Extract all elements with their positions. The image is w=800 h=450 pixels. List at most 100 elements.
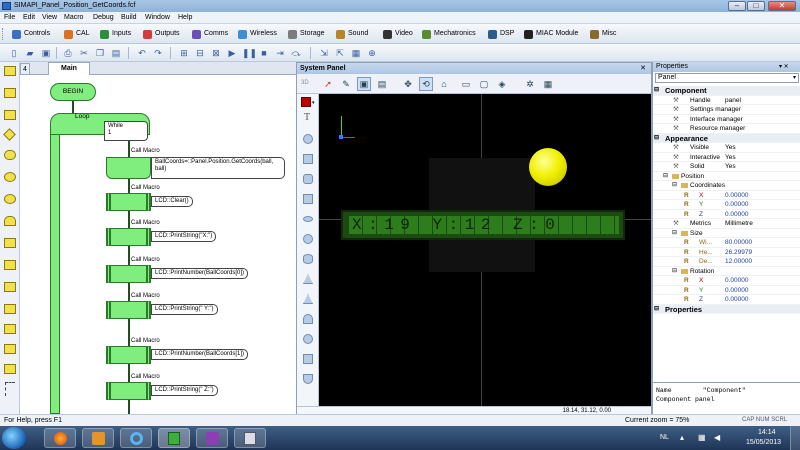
menu-help[interactable]: Help bbox=[178, 13, 192, 23]
zoom-icon[interactable]: ⊕ bbox=[366, 47, 378, 59]
torus-shape-icon[interactable] bbox=[303, 334, 313, 344]
toolbar-sound[interactable]: Sound bbox=[336, 27, 368, 41]
property-value[interactable]: 12.00000 bbox=[725, 257, 752, 266]
property-value[interactable]: Yes bbox=[725, 143, 736, 152]
new-file-icon[interactable]: ▯ bbox=[8, 47, 20, 59]
property-value[interactable]: Millimetre bbox=[725, 219, 753, 228]
toolbar-cal[interactable]: CAL bbox=[64, 27, 90, 41]
flowcode-taskbar-icon[interactable] bbox=[158, 428, 190, 448]
color-dropdown-icon[interactable]: ▾ bbox=[312, 100, 315, 106]
system-panel-taskbar-icon[interactable] bbox=[196, 428, 228, 448]
internet-explorer-icon[interactable] bbox=[120, 428, 152, 448]
loop-icon[interactable] bbox=[4, 216, 16, 226]
sphere-shape-icon[interactable] bbox=[303, 134, 313, 144]
step-over-icon[interactable]: ⤼ bbox=[290, 47, 302, 59]
call-macro-block[interactable] bbox=[106, 157, 151, 179]
delay-icon[interactable] bbox=[4, 110, 16, 120]
toolbar-video[interactable]: Video bbox=[383, 27, 413, 41]
pencil-tool-icon[interactable]: ✎ bbox=[339, 77, 353, 91]
zoom-fit-icon[interactable]: ▤ bbox=[375, 77, 389, 91]
export-icon[interactable]: ⇱ bbox=[334, 47, 346, 59]
collapse-icon[interactable]: ⊟ bbox=[654, 134, 659, 143]
property-row[interactable]: R Z 0.00000 bbox=[653, 210, 800, 219]
toolbar-storage[interactable]: Storage bbox=[288, 27, 325, 41]
grid-tool-icon[interactable]: ▦ bbox=[541, 77, 555, 91]
menu-edit[interactable]: Edit bbox=[23, 13, 35, 23]
shield-shape-icon[interactable] bbox=[303, 374, 313, 384]
property-row[interactable]: ⚒ Settings manager bbox=[653, 105, 800, 115]
property-row[interactable]: ⊟ Rotation bbox=[653, 267, 800, 276]
top-view-icon[interactable]: ▢ bbox=[477, 77, 491, 91]
outlook-icon[interactable] bbox=[82, 428, 114, 448]
input-icon[interactable] bbox=[4, 66, 16, 76]
property-value[interactable]: 26.29979 bbox=[725, 248, 752, 257]
property-row[interactable]: ⚒ Metrics Millimetre bbox=[653, 219, 800, 229]
call-macro-block[interactable] bbox=[106, 346, 151, 364]
begin-terminator[interactable]: BEGIN bbox=[50, 83, 96, 101]
collapse-icon[interactable]: ⊟ bbox=[663, 172, 668, 181]
firefox-icon[interactable] bbox=[44, 428, 76, 448]
chip-icon[interactable]: ▦ bbox=[350, 47, 362, 59]
call-macro-block[interactable] bbox=[106, 193, 151, 211]
properties-pin-icon[interactable]: ▾ ✕ bbox=[779, 63, 789, 70]
output-icon[interactable] bbox=[4, 88, 16, 98]
compile-icon[interactable]: ⊞ bbox=[178, 47, 190, 59]
call-macro-block[interactable] bbox=[106, 265, 151, 283]
rounded-shape-icon[interactable] bbox=[303, 174, 313, 184]
property-row[interactable]: R De... 12.00000 bbox=[653, 257, 800, 267]
interrupt-icon[interactable] bbox=[4, 324, 16, 334]
connection-icon[interactable] bbox=[4, 172, 16, 182]
maximize-button[interactable]: □ bbox=[747, 1, 765, 11]
language-indicator[interactable]: NL bbox=[660, 434, 669, 441]
property-value[interactable]: 0.00000 bbox=[725, 276, 749, 285]
text-tool-icon[interactable]: T bbox=[304, 112, 310, 123]
property-value[interactable]: panel bbox=[725, 96, 741, 105]
collapse-icon[interactable]: ⊟ bbox=[672, 267, 677, 276]
toolbar-dsp[interactable]: DSP bbox=[488, 27, 514, 41]
call-macro-block[interactable] bbox=[106, 301, 151, 319]
tab-number[interactable]: 4 bbox=[20, 63, 30, 75]
arch-shape-icon[interactable] bbox=[303, 314, 313, 324]
goto-icon[interactable] bbox=[4, 194, 16, 204]
call-macro-block[interactable] bbox=[106, 382, 151, 400]
call-macro-block[interactable] bbox=[106, 228, 151, 246]
property-category[interactable]: ⊟ Appearance bbox=[653, 133, 800, 143]
collapse-icon[interactable]: ⊟ bbox=[654, 305, 659, 314]
property-value[interactable]: 0.00000 bbox=[725, 200, 749, 209]
square-shape-icon[interactable] bbox=[303, 154, 313, 164]
3d-view-icon[interactable]: ◈ bbox=[495, 77, 509, 91]
property-row[interactable]: ⚒ Resource manager bbox=[653, 124, 800, 134]
toolbar-misc[interactable]: Misc bbox=[590, 27, 616, 41]
property-row[interactable]: R Y 0.00000 bbox=[653, 286, 800, 295]
toolbar-inputs[interactable]: Inputs bbox=[100, 27, 131, 41]
toolbar-comms[interactable]: Comms bbox=[192, 27, 228, 41]
component-macro-icon[interactable] bbox=[4, 282, 16, 292]
3d-viewport[interactable]: X:19 Y:12 Z:0 bbox=[319, 94, 651, 406]
compile-chip-icon[interactable]: ⊟ bbox=[194, 47, 206, 59]
cylinder-shape-icon[interactable] bbox=[303, 254, 313, 264]
toolbar-controls[interactable]: Controls bbox=[12, 27, 50, 41]
pan-tool-icon[interactable]: ✥ bbox=[401, 77, 415, 91]
toolbar-outputs[interactable]: Outputs bbox=[143, 27, 180, 41]
property-value[interactable]: Yes bbox=[725, 153, 736, 162]
comment-icon[interactable] bbox=[4, 364, 16, 374]
close-button[interactable]: ✕ bbox=[768, 1, 796, 11]
ball-shape-icon[interactable] bbox=[303, 234, 313, 244]
system-panel-close-icon[interactable]: ✕ bbox=[637, 64, 649, 73]
cone-shape-icon[interactable] bbox=[303, 274, 313, 284]
start-button[interactable] bbox=[2, 427, 26, 449]
property-category[interactable]: ⊟ Component bbox=[653, 86, 800, 96]
flowchart-canvas[interactable]: BEGIN Loop While 1 Call Macro BallCoords=… bbox=[20, 75, 296, 414]
menu-debug[interactable]: Debug bbox=[93, 13, 114, 23]
lcd-display[interactable]: X:19 Y:12 Z:0 bbox=[341, 210, 625, 240]
property-row[interactable]: R X 0.00000 bbox=[653, 276, 800, 286]
pyramid-shape-icon[interactable] bbox=[303, 294, 313, 304]
menu-macro[interactable]: Macro bbox=[64, 13, 83, 23]
property-value[interactable]: Yes bbox=[725, 162, 736, 171]
save-icon[interactable]: ▣ bbox=[40, 47, 52, 59]
tube-shape-icon[interactable] bbox=[303, 354, 313, 364]
property-row[interactable]: ⊟ Size bbox=[653, 229, 800, 238]
calculation-icon[interactable] bbox=[4, 238, 16, 248]
step-into-icon[interactable]: ⇥ bbox=[274, 47, 286, 59]
select-tool-icon[interactable]: ▣ bbox=[357, 77, 371, 91]
